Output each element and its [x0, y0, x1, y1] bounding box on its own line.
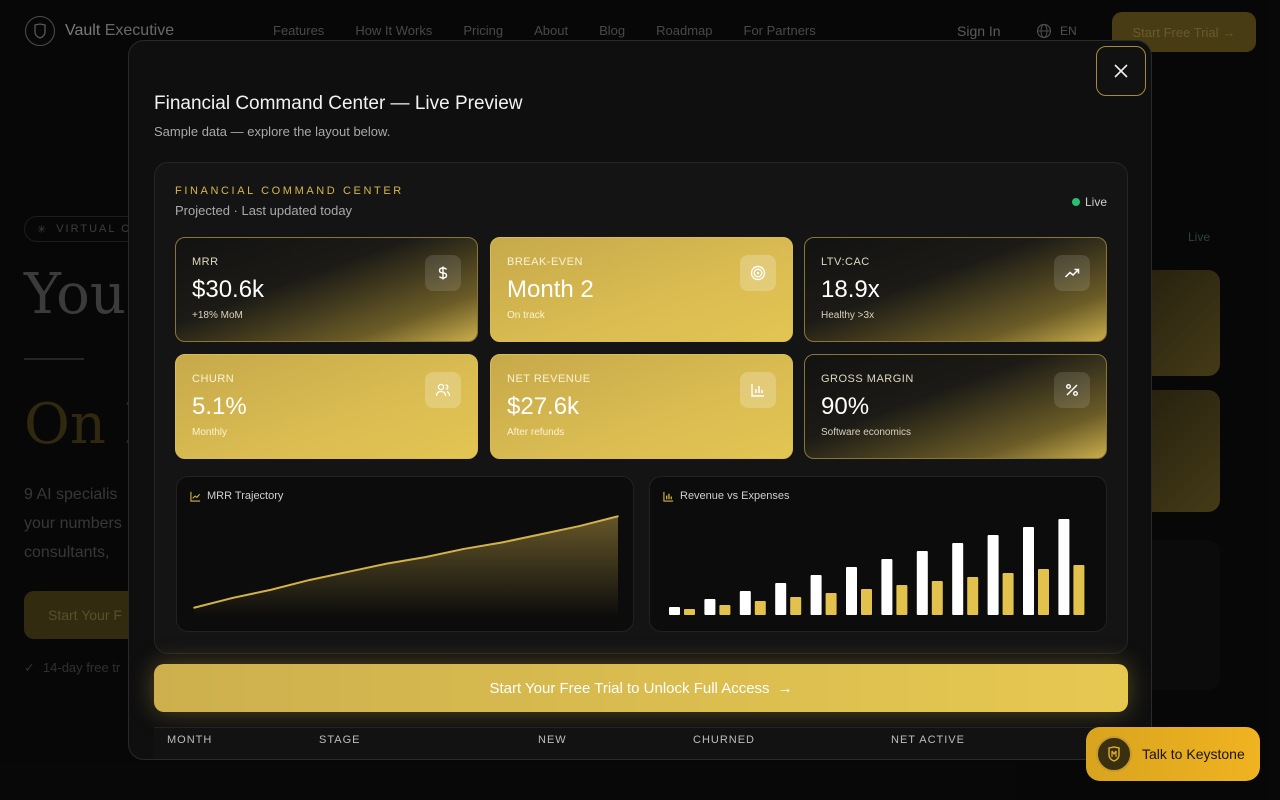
column-header-net-active: NET ACTIVE — [891, 734, 965, 746]
metric-card-net-revenue: NET REVENUE $27.6k After refunds — [490, 354, 793, 459]
mrr-data-point — [270, 588, 272, 591]
live-indicator: Live — [1071, 195, 1107, 209]
mrr-trajectory-chart: MRR Trajectory — [176, 476, 634, 632]
metric-label: CHURN — [192, 373, 235, 385]
revenue-vs-expenses-chart: Revenue vs Expenses — [649, 476, 1107, 632]
mrr-data-point — [308, 579, 311, 581]
projection-table-header: MONTH STAGE NEW CHURNED NET ACTIVE M — [154, 727, 1128, 759]
metric-card-churn: CHURN 5.1% Monthly — [175, 354, 478, 459]
trend-up-icon — [1054, 255, 1090, 291]
revenue-bar — [952, 543, 964, 615]
metric-label: NET REVENUE — [507, 373, 591, 385]
metric-value: 5.1% — [192, 393, 247, 420]
metric-note: Monthly — [192, 427, 228, 438]
metric-label: BREAK-EVEN — [507, 256, 583, 268]
expense-bar — [1073, 565, 1085, 615]
mrr-data-point — [347, 571, 349, 573]
revenue-bar — [1023, 527, 1034, 615]
unlock-full-access-label: Start Your Free Trial to Unlock Full Acc… — [489, 679, 770, 697]
unlock-full-access-button[interactable]: Start Your Free Trial to Unlock Full Acc… — [154, 664, 1128, 712]
revenue-bar — [881, 559, 893, 615]
column-header-month: MONTH — [167, 734, 213, 746]
expense-bar — [1038, 569, 1049, 615]
metric-card-break-even: BREAK-EVEN Month 2 On track — [490, 237, 793, 342]
expense-bar — [684, 609, 695, 615]
mrr-data-point — [231, 597, 234, 599]
talk-to-keystone-button[interactable]: Talk to Keystone — [1086, 727, 1260, 781]
expense-bar — [754, 601, 766, 615]
revenue-bar — [669, 607, 680, 615]
column-header-new: NEW — [538, 734, 567, 746]
metric-note: Healthy >3x — [821, 310, 875, 321]
expense-bar — [719, 605, 731, 615]
mrr-area-plot — [193, 515, 619, 617]
panel-meta: Projected · Last updated today — [175, 203, 353, 218]
metric-note: Software economics — [821, 427, 912, 438]
close-icon — [1114, 64, 1128, 78]
expense-bar — [1002, 573, 1014, 615]
metric-value: Month 2 — [507, 276, 594, 303]
revenue-bar — [987, 535, 999, 615]
metric-value: 90% — [821, 393, 870, 420]
expense-bar — [861, 589, 872, 615]
arrow-right-icon: → — [777, 679, 793, 697]
metric-note: On track — [507, 310, 545, 321]
revenue-bar — [739, 591, 751, 615]
expense-bar — [896, 585, 908, 615]
modal-title: Financial Command Center — Live Preview — [154, 93, 523, 114]
mrr-data-point — [540, 533, 542, 536]
metric-value: $27.6k — [507, 393, 580, 420]
dollar-icon — [425, 255, 461, 291]
users-icon — [425, 372, 461, 408]
mrr-data-point — [617, 515, 619, 518]
expense-bar — [931, 581, 943, 615]
metric-value: $30.6k — [192, 276, 265, 303]
metric-label: GROSS MARGIN — [821, 373, 914, 385]
mrr-data-point — [578, 525, 581, 527]
revenue-bar — [916, 551, 928, 615]
revenue-bar — [704, 599, 716, 615]
mrr-data-point — [193, 606, 195, 609]
mrr-data-point — [501, 541, 504, 544]
metric-card-mrr: MRR $30.6k +18% MoM — [175, 237, 478, 342]
column-header-churned: CHURNED — [693, 734, 755, 746]
expense-bar — [967, 577, 979, 615]
metric-label: LTV:CAC — [821, 256, 870, 268]
percent-icon — [1054, 372, 1090, 408]
bar-chart-icon — [740, 372, 776, 408]
metric-card-ltv-cac: LTV:CAC 18.9x Healthy >3x — [804, 237, 1107, 342]
command-center-panel: FINANCIAL COMMAND CENTER Projected · Las… — [154, 162, 1128, 654]
close-modal-button[interactable] — [1096, 46, 1146, 96]
metric-note: +18% MoM — [192, 310, 243, 321]
live-label: Live — [1084, 195, 1107, 209]
target-icon — [740, 255, 776, 291]
mrr-data-point — [424, 556, 427, 558]
metric-label: MRR — [192, 256, 219, 268]
metric-value: 18.9x — [821, 276, 880, 303]
metric-card-gross-margin: GROSS MARGIN 90% Software economics — [804, 354, 1107, 459]
expense-bar — [825, 593, 837, 615]
talk-to-keystone-label: Talk to Keystone — [1142, 746, 1245, 762]
metric-note: After refunds — [507, 427, 565, 438]
mrr-data-point — [385, 562, 388, 565]
mrr-data-point — [463, 548, 465, 550]
revenue-bar — [775, 583, 787, 615]
column-header-stage: STAGE — [319, 734, 361, 746]
live-dot-icon — [1071, 198, 1080, 206]
modal-subtitle: Sample data — explore the layout below. — [154, 124, 391, 139]
revenue-bar — [1058, 519, 1070, 615]
revenue-bar — [846, 567, 857, 615]
expense-bar — [790, 597, 802, 615]
revenue-bar-plot — [669, 519, 1085, 615]
revenue-bar — [810, 575, 822, 615]
panel-eyebrow: FINANCIAL COMMAND CENTER — [175, 185, 404, 197]
keystone-avatar-icon — [1096, 736, 1132, 772]
preview-modal: Financial Command Center — Live Preview … — [128, 40, 1152, 760]
